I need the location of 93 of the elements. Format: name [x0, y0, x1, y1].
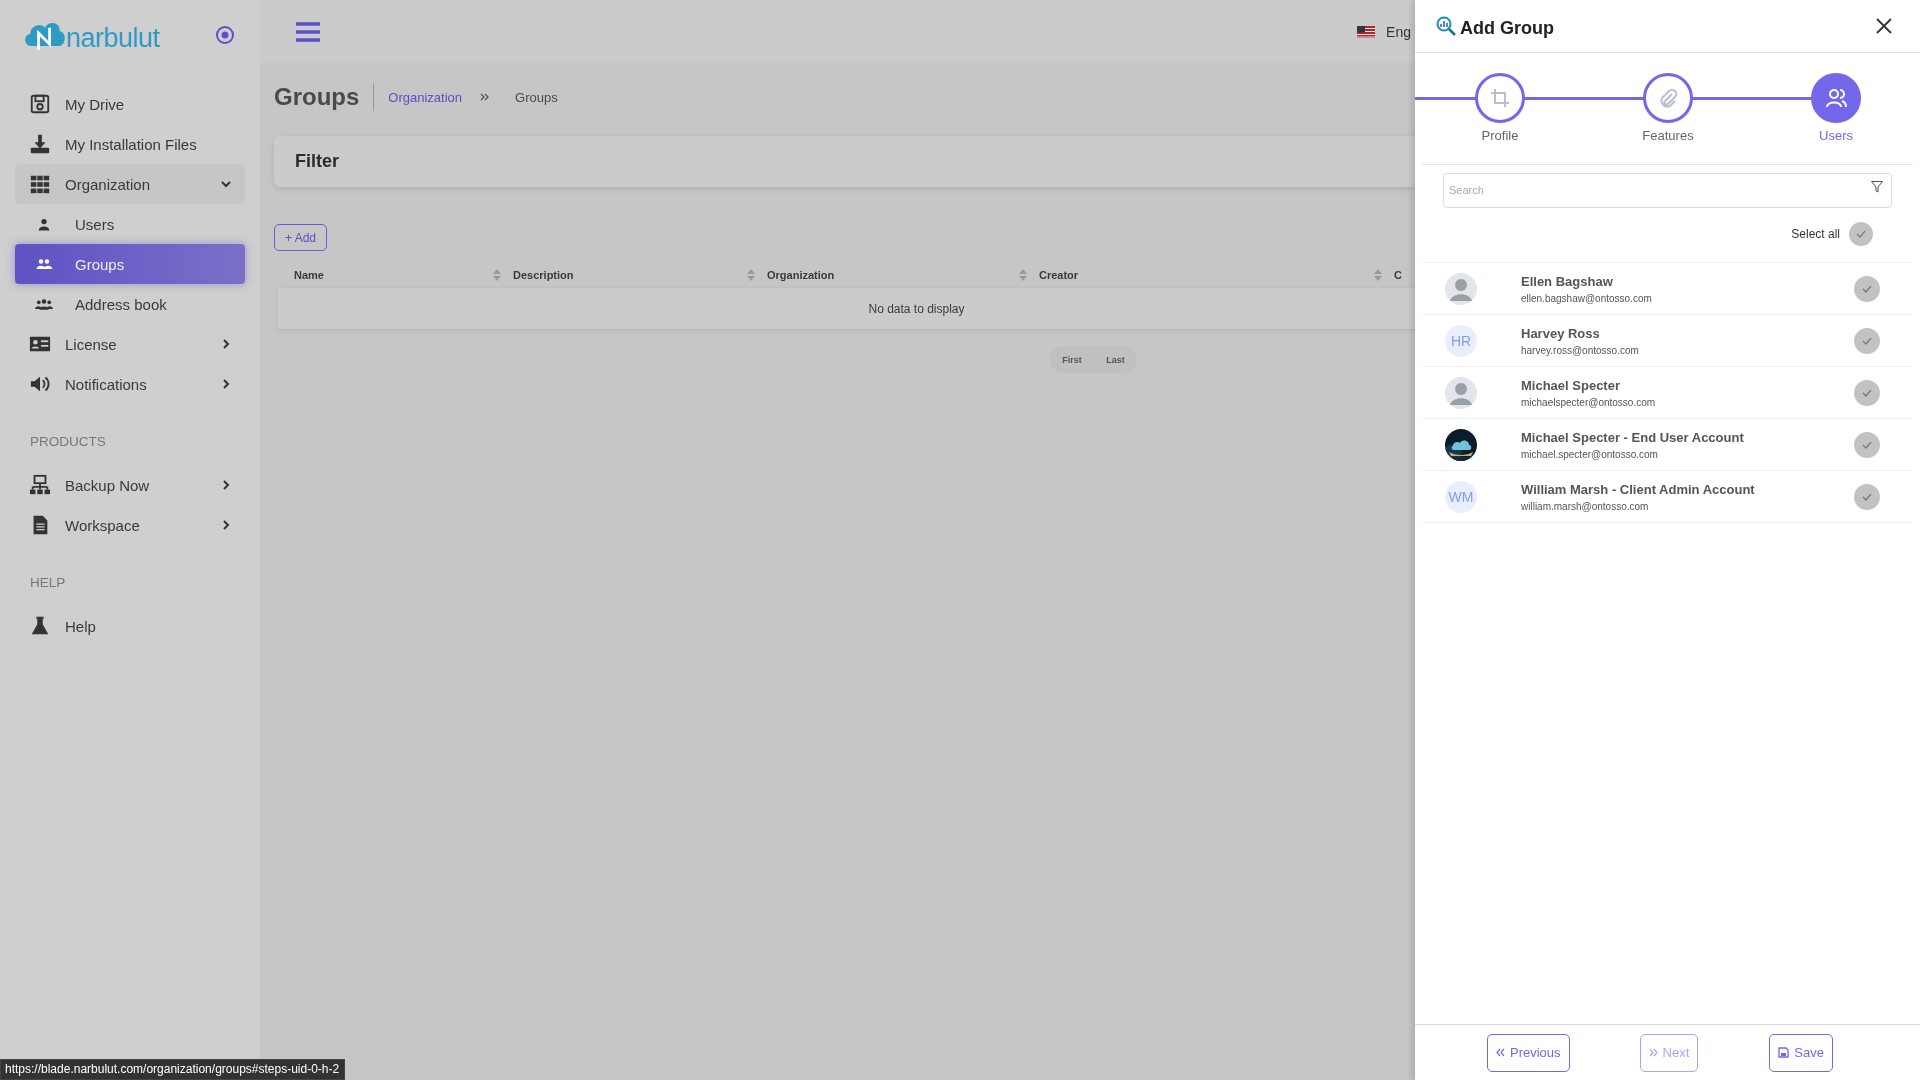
network-icon	[29, 474, 51, 496]
previous-button[interactable]: Previous	[1487, 1033, 1570, 1072]
menu-icon[interactable]	[296, 21, 320, 42]
flask-icon	[29, 615, 51, 637]
users-icon	[1825, 87, 1847, 109]
page-title: Groups	[274, 83, 360, 111]
nav-item[interactable]: My Drive	[15, 84, 245, 124]
chevron-right-icon	[221, 339, 231, 349]
chevron-right-icon	[221, 520, 231, 530]
select-all-label: Select all	[1791, 227, 1840, 241]
sort-icon[interactable]	[1019, 269, 1027, 281]
empty-message: No data to display	[868, 301, 965, 316]
section-heading: HELP	[29, 574, 67, 592]
filter-card[interactable]: Filter	[274, 136, 1415, 187]
section-heading: PRODUCTS	[29, 433, 107, 451]
close-icon[interactable]	[1876, 18, 1892, 34]
nav-item[interactable]: Workspace	[15, 505, 245, 545]
grid-icon	[29, 173, 51, 195]
sort-icon[interactable]	[493, 269, 501, 281]
user-email: michael.specter@ontosso.com	[1521, 448, 1659, 460]
user-checkbox[interactable]	[1854, 483, 1880, 510]
sort-icon[interactable]	[1374, 269, 1382, 281]
check-icon	[1856, 230, 1866, 238]
nav-item[interactable]: My Installation Files	[15, 124, 245, 164]
panel-title: Add Group	[1460, 16, 1555, 39]
user-checkbox[interactable]	[1854, 431, 1880, 458]
user-silhouette-icon	[1445, 376, 1477, 409]
nav-item[interactable]: Backup Now	[15, 465, 245, 505]
save-button[interactable]: Save	[1769, 1033, 1833, 1072]
chevron-right-icon	[221, 379, 231, 389]
search-field[interactable]: Search	[1443, 173, 1892, 208]
column-header[interactable]: C	[1394, 269, 1402, 281]
user-checkbox[interactable]	[1854, 327, 1880, 354]
users-icon	[35, 297, 53, 311]
breadcrumb-separator-icon	[480, 92, 491, 102]
target-icon[interactable]	[215, 25, 235, 45]
double-chevron-left-icon	[1496, 1048, 1505, 1057]
user-row[interactable]: Ellen Bagshaw ellen.bagshaw@ontosso.com	[1422, 263, 1912, 315]
breadcrumb-current: Groups	[515, 89, 558, 105]
user-checkbox[interactable]	[1854, 275, 1880, 302]
nav-subitem[interactable]: Address book	[15, 284, 245, 324]
check-icon	[1862, 440, 1872, 449]
user-name: Ellen Bagshaw	[1521, 273, 1614, 289]
initials-avatar: HR	[1445, 324, 1477, 357]
sort-icon[interactable]	[747, 269, 755, 281]
column-header[interactable]: Name	[294, 269, 324, 281]
paperclip-icon	[1658, 88, 1678, 108]
user-email: michaelspecter@ontosso.com	[1521, 396, 1657, 408]
pager-link[interactable]: First	[1062, 354, 1082, 365]
drive-icon	[29, 93, 51, 115]
user-row[interactable]: HR Harvey Ross harvey.ross@ontosso.com	[1422, 315, 1912, 367]
add-button[interactable]: + Add	[274, 224, 328, 251]
filter-icon[interactable]	[1871, 181, 1883, 193]
download-icon	[29, 133, 51, 155]
check-icon	[1862, 284, 1872, 293]
user-checkbox[interactable]	[1854, 379, 1880, 406]
brand-name: narbulut	[66, 23, 160, 54]
double-chevron-right-icon	[1648, 1048, 1658, 1057]
user-name: Harvey Ross	[1521, 325, 1601, 341]
crop-icon	[1490, 88, 1510, 108]
column-header[interactable]: Organization	[767, 269, 835, 281]
language-label[interactable]: Eng	[1386, 23, 1411, 40]
chevron-right-icon	[221, 480, 231, 490]
check-icon	[1862, 388, 1872, 397]
chart-search-icon	[1436, 16, 1456, 36]
pager-link[interactable]: Last	[1106, 354, 1125, 365]
nav-subitem[interactable]: Groups	[15, 244, 245, 284]
nav-item[interactable]: Organization	[15, 164, 245, 204]
flag-icon	[1357, 25, 1376, 38]
column-header[interactable]: Description	[513, 269, 574, 281]
user-name: Michael Specter - End User Account	[1521, 429, 1745, 445]
users-icon	[35, 257, 53, 271]
user-name: William Marsh - Client Admin Account	[1521, 481, 1756, 497]
user-email: harvey.ross@ontosso.com	[1521, 344, 1640, 356]
user-silhouette-icon	[1445, 272, 1477, 305]
initials-avatar: WM	[1445, 480, 1477, 513]
breadcrumb-link[interactable]: Organization	[388, 89, 463, 105]
user-row[interactable]: Michael Specter - End User Account michael.specter@ontosso.com	[1422, 419, 1912, 471]
user-row[interactable]: WM William Marsh - Client Admin Account william.marsh@ontosso.com	[1422, 471, 1912, 523]
nav-item[interactable]: Help	[15, 606, 245, 646]
nav-item[interactable]: License	[15, 324, 245, 364]
user-name: Michael Specter	[1521, 377, 1621, 393]
user-email: william.marsh@ontosso.com	[1521, 500, 1650, 512]
check-icon	[1862, 492, 1872, 501]
nav-subitem[interactable]: Users	[15, 204, 245, 244]
chevron-down-icon	[221, 179, 231, 189]
select-all-checkbox[interactable]	[1849, 222, 1873, 246]
nav-item[interactable]: Notifications	[15, 364, 245, 404]
column-header[interactable]: Creator	[1039, 269, 1079, 281]
user-row[interactable]: Michael Specter michaelspecter@ontosso.com	[1422, 367, 1912, 419]
status-url: https://blade.narbulut.com/organization/groups#steps-uid-0-h-2	[0, 1059, 346, 1080]
user-email: ellen.bagshaw@ontosso.com	[1521, 292, 1653, 304]
check-icon	[1862, 336, 1872, 345]
